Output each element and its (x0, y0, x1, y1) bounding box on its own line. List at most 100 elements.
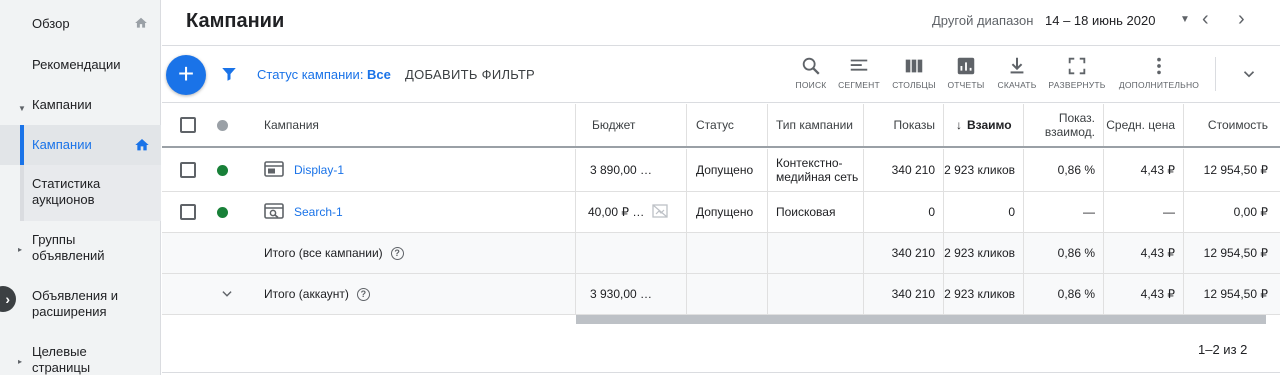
sort-arrow-icon: ↓ (956, 118, 962, 132)
expand-icon (1068, 57, 1086, 75)
column-header-cost[interactable]: Стоимость (1184, 104, 1280, 146)
campaign-status-filter[interactable]: Статус кампании: Все (257, 67, 391, 82)
impressions-cell: 0 (864, 192, 944, 232)
sidebar-item-ads-extensions[interactable]: Объявления и расширения (0, 288, 161, 324)
chevron-down-icon[interactable] (220, 274, 240, 314)
tool-label: СКАЧАТЬ (997, 80, 1037, 90)
type-cell (768, 274, 864, 314)
total-label-cell: Итого (все кампании) ? (264, 233, 576, 273)
help-icon[interactable]: ? (356, 287, 370, 301)
interactions-cell: 0 (944, 192, 1024, 232)
more-icon (1157, 57, 1161, 75)
cost-cell: 12 954,50 ₽ (1203, 163, 1268, 177)
total-label: Итого (аккаунт) (264, 287, 349, 301)
column-header-campaign[interactable]: Кампания (264, 104, 576, 146)
dropdown-arrow-icon[interactable]: ▼ (1180, 14, 1190, 25)
budget-cell (576, 233, 687, 273)
chevron-right-icon: › (5, 291, 10, 307)
budget-cell: 3 930,00 … (576, 274, 687, 314)
sidebar-item-label: Группы объявлений (32, 232, 105, 263)
column-header-label: Взаимо (967, 118, 1012, 132)
campaign-link[interactable]: Display-1 (294, 163, 344, 177)
page-header: Кампании Другой диапазон 14 – 18 июнь 20… (162, 0, 1280, 46)
status-dot (217, 192, 237, 232)
chevron-down-icon[interactable] (1240, 65, 1258, 86)
table-row: Display-1 3 890,00 … Допущено Контекстно… (162, 149, 1280, 192)
display-campaign-icon (264, 160, 284, 180)
sidebar-item-ad-groups[interactable]: ▸ Группы объявлений (0, 232, 161, 268)
download-button[interactable]: СКАЧАТЬ (987, 55, 1047, 90)
column-header-status[interactable]: Статус (687, 104, 768, 146)
interaction-rate-cell: 0,86 % (1024, 149, 1104, 191)
column-header-interaction-rate[interactable]: Показ. взаимод. (1024, 104, 1104, 146)
limited-budget-icon (652, 203, 668, 222)
impressions-cell: 340 210 (864, 149, 944, 191)
interactions-cell: 2 923 кликов (944, 149, 1024, 191)
column-header-avg-cost[interactable]: Средн. цена (1104, 104, 1184, 146)
plus-icon: + (177, 58, 195, 89)
home-icon (134, 16, 148, 34)
avg-cost-cell: — (1104, 192, 1184, 232)
table-row: Search-1 40,00 ₽ … Допущено Поисковая 0 … (162, 192, 1280, 233)
row-checkbox[interactable] (180, 149, 204, 191)
sidebar-item-overview[interactable]: Обзор (0, 16, 161, 36)
select-all-checkbox[interactable] (180, 104, 204, 146)
add-campaign-button[interactable]: + (166, 55, 206, 95)
columns-icon (905, 59, 923, 73)
page-title: Кампании (186, 10, 285, 32)
cost-cell: 12 954,50 ₽ (1203, 246, 1268, 260)
divider (162, 372, 1280, 373)
segment-button[interactable]: СЕГМЕНТ (829, 55, 889, 90)
column-header-budget[interactable]: Бюджет (576, 104, 687, 146)
avg-cost-cell: 4,43 ₽ (1104, 274, 1184, 314)
filter-value: Все (367, 67, 391, 82)
sidebar-item-campaigns-group[interactable]: ▼ Кампании (0, 97, 161, 117)
column-header-type[interactable]: Тип кампании (768, 104, 864, 146)
filter-icon[interactable] (220, 65, 238, 86)
column-header-impressions[interactable]: Показы (864, 104, 944, 146)
more-button[interactable]: ДОПОЛНИТЕЛЬНО (1117, 55, 1201, 90)
add-filter-button[interactable]: ДОБАВИТЬ ФИЛЬТР (405, 67, 535, 82)
caret-right-icon: ▸ (18, 357, 23, 366)
sidebar-item-campaigns[interactable]: Кампании (0, 125, 161, 165)
help-icon[interactable]: ? (390, 246, 404, 260)
segment-icon (850, 59, 868, 71)
horizontal-scrollbar[interactable] (576, 315, 1266, 324)
interaction-rate-cell: 0,86 % (1024, 233, 1104, 273)
expand-button[interactable]: РАЗВЕРНУТЬ (1047, 55, 1107, 90)
chevron-left-icon[interactable]: ‹ (1202, 8, 1209, 31)
total-row-all-campaigns: Итого (все кампании) ? 340 210 2 923 кли… (162, 233, 1280, 274)
sidebar-item-landing-pages[interactable]: ▸ Целевые страницы (0, 344, 161, 375)
status-cell (687, 233, 768, 273)
tool-label: ДОПОЛНИТЕЛЬНО (1118, 80, 1200, 90)
interactions-cell: 2 923 кликов (944, 274, 1024, 314)
sidebar-item-label: Статистика аукционов (32, 176, 101, 207)
budget-value: 40,00 ₽ … (588, 205, 645, 219)
filter-label: Статус кампании: (257, 67, 368, 82)
campaign-link[interactable]: Search-1 (294, 205, 343, 219)
table-header-row: Кампания Бюджет Статус Тип кампании Пока… (162, 104, 1280, 148)
status-header-dot (217, 104, 237, 146)
columns-button[interactable]: СТОЛБЦЫ (884, 55, 944, 90)
sidebar-item-recommendations[interactable]: Рекомендации (0, 57, 161, 77)
chevron-right-icon[interactable]: › (1238, 8, 1245, 31)
budget-cell[interactable]: 40,00 ₽ … (576, 192, 687, 232)
column-header-interactions[interactable]: ↓ Взаимо (944, 104, 1024, 146)
row-checkbox[interactable] (180, 192, 204, 232)
budget-cell[interactable]: 3 890,00 … (576, 149, 687, 191)
sidebar: Обзор Рекомендации ▼ Кампании Кампании С… (0, 0, 161, 375)
toolbar-divider (1215, 57, 1216, 91)
sidebar-item-label: Рекомендации (32, 57, 121, 72)
pagination-text: 1–2 из 2 (1198, 342, 1248, 357)
interaction-rate-cell: 0,86 % (1024, 274, 1104, 314)
avg-cost-cell: 4,43 ₽ (1104, 149, 1184, 191)
sidebar-item-label: Кампании (32, 97, 92, 112)
status-cell: Допущено (687, 192, 768, 232)
search-icon (802, 57, 820, 75)
impressions-cell: 340 210 (864, 233, 944, 273)
date-range-selector[interactable]: 14 – 18 июнь 2020 (1045, 13, 1155, 28)
caret-down-icon: ▼ (18, 104, 26, 113)
download-icon (1010, 57, 1024, 74)
sidebar-item-auction-stats[interactable]: Статистика аукционов (20, 165, 161, 221)
sidebar-item-label: Объявления и расширения (32, 288, 119, 319)
